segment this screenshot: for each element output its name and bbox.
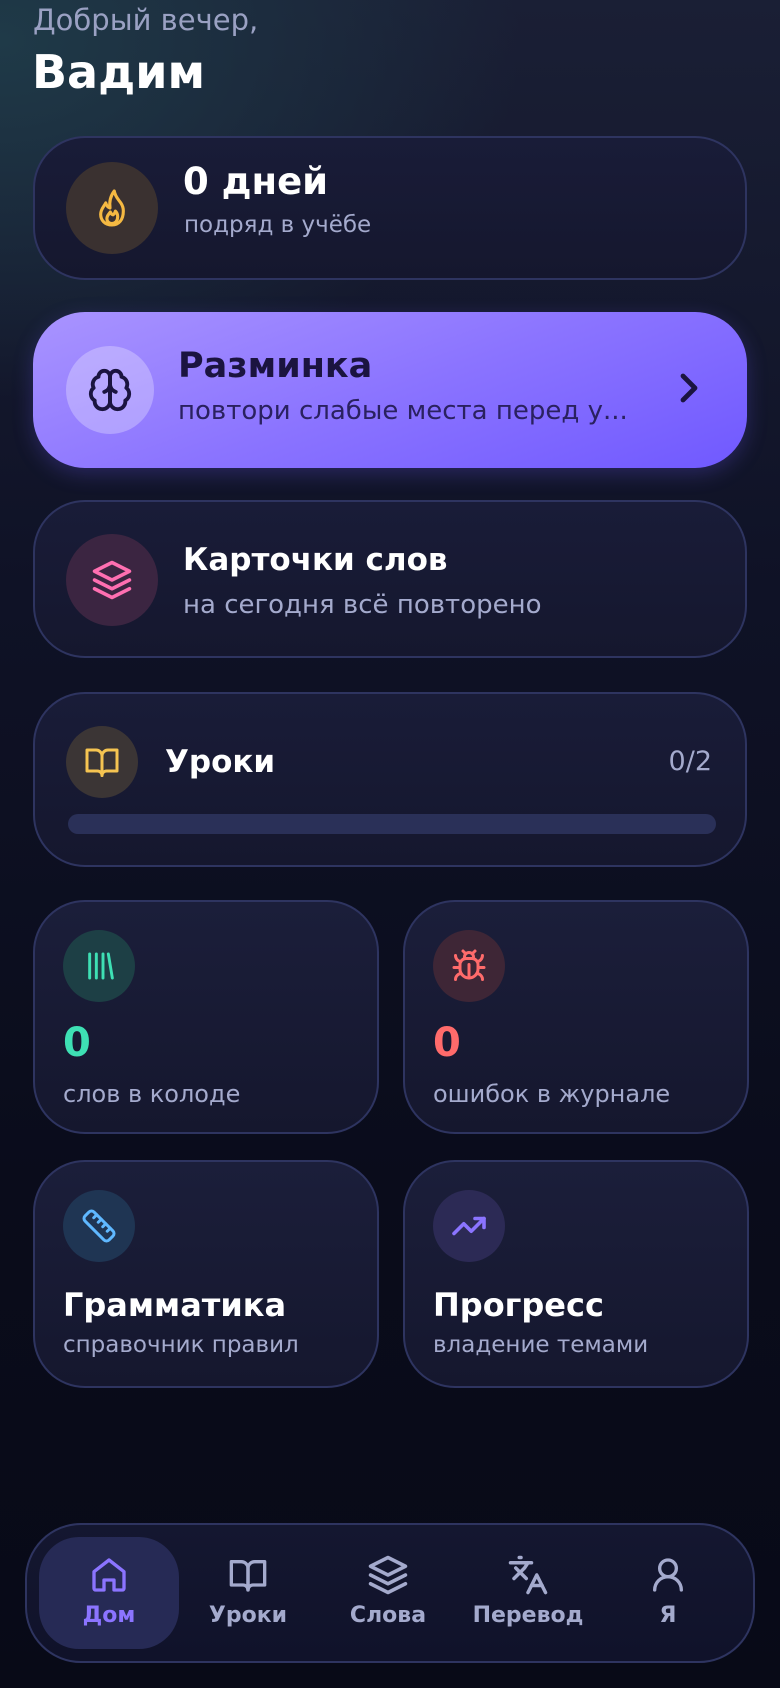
nav-label-words: Слова — [349, 1603, 427, 1628]
nav-item-translate[interactable]: Перевод — [458, 1537, 598, 1649]
bug-icon — [433, 930, 505, 1002]
nav-item-lessons[interactable]: Уроки — [178, 1537, 318, 1649]
nav-label-profile: Я — [659, 1603, 677, 1628]
nav-item-profile[interactable]: Я — [598, 1537, 738, 1649]
errors-count: 0 — [433, 1020, 461, 1066]
warmup-card[interactable]: Разминка повтори слабые места перед у... — [33, 312, 747, 468]
translate-icon — [507, 1553, 549, 1597]
user-icon — [648, 1553, 688, 1597]
brain-icon — [66, 346, 154, 434]
flashcards-title: Карточки слов — [183, 542, 448, 578]
lessons-counter: 0/2 — [668, 746, 712, 777]
warmup-title: Разминка — [178, 346, 373, 386]
nav-label-translate: Перевод — [472, 1603, 584, 1628]
user-name: Вадим — [32, 45, 206, 99]
words-label: слов в колоде — [63, 1080, 241, 1108]
flashcards-card[interactable]: Карточки слов на сегодня всё повторено — [33, 500, 747, 658]
ruler-icon — [63, 1190, 135, 1262]
flame-icon — [66, 162, 158, 254]
home-icon — [89, 1553, 129, 1597]
layers-icon — [66, 534, 158, 626]
chevron-right-icon — [677, 370, 701, 410]
streak-title: 0 дней — [183, 160, 329, 203]
progress-card[interactable]: Прогресс владение темами — [403, 1160, 749, 1388]
flashcards-subtitle: на сегодня всё повторено — [183, 590, 542, 620]
grammar-subtitle: справочник правил — [63, 1332, 299, 1358]
progress-subtitle: владение темами — [433, 1332, 649, 1358]
nav-label-lessons: Уроки — [208, 1603, 288, 1628]
errors-label: ошибок в журнале — [433, 1080, 671, 1108]
trending-up-icon — [433, 1190, 505, 1262]
streak-card[interactable]: 0 дней подряд в учёбе — [33, 136, 747, 280]
book-icon — [66, 726, 138, 798]
errors-stat-card[interactable]: 0 ошибок в журнале — [403, 900, 749, 1134]
book-icon — [227, 1553, 269, 1597]
layers-icon — [367, 1553, 409, 1597]
words-stat-card[interactable]: 0 слов в колоде — [33, 900, 379, 1134]
progress-title: Прогресс — [433, 1286, 604, 1324]
warmup-subtitle: повтори слабые места перед у... — [178, 396, 628, 426]
nav-label-home: Дом — [82, 1603, 136, 1628]
grammar-title: Грамматика — [63, 1286, 287, 1324]
bottom-nav: Дом Уроки Слова Перевод Я — [25, 1523, 755, 1663]
nav-item-words[interactable]: Слова — [318, 1537, 458, 1649]
nav-item-home[interactable]: Дом — [39, 1537, 179, 1649]
streak-subtitle: подряд в учёбе — [184, 212, 372, 238]
library-icon — [63, 930, 135, 1002]
words-count: 0 — [63, 1020, 91, 1066]
lessons-progress-bar — [68, 814, 716, 834]
grammar-card[interactable]: Грамматика справочник правил — [33, 1160, 379, 1388]
lessons-card[interactable]: Уроки 0/2 — [33, 692, 747, 867]
lessons-title: Уроки — [165, 744, 276, 780]
greeting-text: Добрый вечер, — [33, 3, 259, 37]
